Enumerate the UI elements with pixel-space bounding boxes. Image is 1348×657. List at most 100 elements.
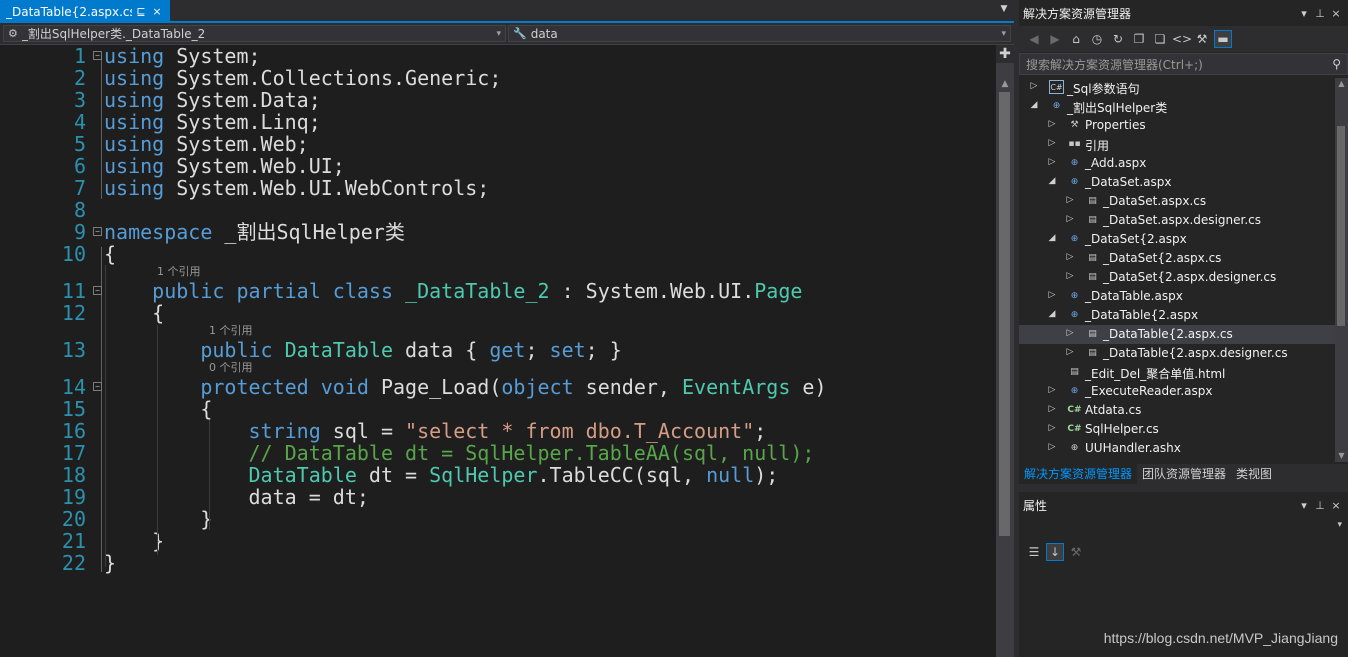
collapsed-arrow-icon[interactable]: ▷ [1047, 119, 1057, 129]
property-pages-icon[interactable]: ⚒ [1067, 543, 1085, 561]
web-file-icon: ⊕ [1070, 234, 1079, 244]
collapse-region-icon[interactable]: − [93, 51, 102, 60]
properties-object-selector[interactable]: ▾ [1019, 518, 1348, 534]
view-code-icon[interactable]: <> [1172, 30, 1192, 48]
tree-item[interactable]: ▷ ▤ _DataTable{2.aspx.cs [1019, 325, 1335, 344]
collapsed-arrow-icon[interactable]: ▷ [1047, 385, 1057, 395]
tree-item[interactable]: ▷ ▤ _DataSet{2.aspx.designer.cs [1019, 268, 1335, 287]
line-number: 7 [73, 176, 86, 200]
tree-item[interactable]: ◢ ⊕ _DataSet{2.aspx [1019, 230, 1335, 249]
scroll-up-icon[interactable]: ▲ [996, 78, 1014, 90]
expanded-arrow-icon[interactable]: ◢ [1047, 309, 1057, 319]
split-window-icon[interactable]: ✚ [996, 45, 1014, 63]
properties-toolbar: ☰ ↓ ⚒ [1019, 540, 1348, 564]
panel-tab[interactable]: 解决方案资源管理器 [1019, 464, 1138, 484]
web-file-icon: ⊕ [1070, 310, 1079, 320]
indent-guide [105, 265, 106, 567]
member-selector[interactable]: 🔧 data ▾ [508, 25, 1011, 42]
tree-item[interactable]: ▷ C# _Sql参数语句 [1019, 78, 1335, 97]
close-icon[interactable]: × [1328, 7, 1344, 20]
panel-tab[interactable]: 类视图 [1231, 464, 1277, 484]
tree-item[interactable]: ▷ ▤ _DataSet{2.aspx.cs [1019, 249, 1335, 268]
tree-item[interactable]: ◢ ⊕ _DataSet.aspx [1019, 173, 1335, 192]
class-selector[interactable]: ⚙ _割出SqlHelper类._DataTable_2 ▾ [3, 25, 506, 42]
tree-item[interactable]: ▷ ⚒ Properties [1019, 116, 1335, 135]
codelens-reference-count[interactable]: 1 个引用 [157, 266, 201, 278]
close-icon[interactable]: × [1328, 499, 1344, 512]
properties-wrench-icon[interactable]: ⚒ [1193, 30, 1211, 48]
editor-scroll-thumb[interactable] [999, 92, 1010, 536]
tree-item-label: _DataTable{2.aspx [1085, 308, 1199, 322]
back-icon[interactable]: ◀ [1025, 30, 1043, 48]
properties-title-bar: 属性 ▾ ⊥ × [1019, 492, 1348, 518]
pin-icon[interactable]: ⊑ [134, 5, 148, 18]
panel-menu-icon[interactable]: ▾ [1296, 7, 1312, 20]
pending-changes-icon[interactable]: ◷ [1088, 30, 1106, 48]
collapsed-arrow-icon[interactable]: ▷ [1065, 214, 1075, 224]
tree-item-label: _DataSet{2.aspx [1085, 232, 1187, 246]
tree-item[interactable]: ▷ ⊕ UUHandler.ashx [1019, 439, 1335, 458]
tree-item[interactable]: ▷ ▤ _DataTable{2.aspx.designer.cs [1019, 344, 1335, 363]
code-file-icon: ▤ [1088, 272, 1097, 282]
tree-item[interactable]: ◢ ⊕ _DataTable{2.aspx [1019, 306, 1335, 325]
tree-item[interactable]: ▷ ▤ _DataSet.aspx.cs [1019, 192, 1335, 211]
code-file-icon: ▤ [1088, 253, 1097, 263]
tree-item[interactable]: ▷ C# Atdata.cs [1019, 401, 1335, 420]
collapsed-arrow-icon[interactable]: ▷ [1047, 423, 1057, 433]
codelens-reference-count[interactable]: 1 个引用 [209, 325, 253, 337]
tree-item[interactable]: ▷ ▪▪ 引用 [1019, 135, 1335, 154]
expanded-arrow-icon[interactable]: ◢ [1029, 100, 1039, 110]
tree-item[interactable]: ▷ ⊕ _ExecuteReader.aspx [1019, 382, 1335, 401]
home-icon[interactable]: ⌂ [1067, 30, 1085, 48]
sync-icon[interactable]: ↻ [1109, 30, 1127, 48]
code-token: public partial class [104, 279, 393, 303]
tree-item[interactable]: ◢ ⊕ _割出SqlHelper类 [1019, 97, 1335, 116]
code-line: } [104, 530, 164, 552]
collapsed-arrow-icon[interactable]: ▷ [1047, 290, 1057, 300]
alphabetical-icon[interactable]: ↓ [1046, 543, 1064, 561]
collapsed-arrow-icon[interactable]: ▷ [1065, 328, 1075, 338]
collapse-region-icon[interactable]: − [93, 382, 102, 391]
tree-item[interactable]: ▷ C# SqlHelper.cs [1019, 420, 1335, 439]
scroll-up-icon[interactable]: ▲ [1335, 78, 1348, 90]
collapse-region-icon[interactable]: − [93, 227, 102, 236]
scroll-down-icon[interactable]: ▼ [1335, 450, 1348, 462]
expanded-arrow-icon[interactable]: ◢ [1047, 233, 1057, 243]
expanded-arrow-icon[interactable]: ◢ [1047, 176, 1057, 186]
document-tab-active[interactable]: _DataTable{2.aspx.cs ⊑ × [0, 0, 170, 23]
categorized-icon[interactable]: ☰ [1025, 543, 1043, 561]
solution-tree-scroll-thumb[interactable] [1337, 126, 1345, 326]
collapse-all-icon[interactable]: ❐ [1130, 30, 1148, 48]
collapsed-arrow-icon[interactable]: ▷ [1065, 347, 1075, 357]
solution-search-placeholder: 搜索解决方案资源管理器(Ctrl+;) [1026, 57, 1203, 72]
panel-title: 解决方案资源管理器 [1023, 6, 1132, 21]
codelens-reference-count[interactable]: 0 个引用 [209, 362, 253, 374]
line-number: 20 [61, 507, 86, 531]
collapsed-arrow-icon[interactable]: ▷ [1029, 81, 1039, 91]
tab-list-dropdown-icon[interactable]: ▼ [998, 4, 1010, 18]
pin-icon[interactable]: ⊥ [1312, 499, 1328, 512]
collapse-region-icon[interactable]: − [93, 286, 102, 295]
tree-item[interactable]: ▷ ▤ _DataSet.aspx.designer.cs [1019, 211, 1335, 230]
collapsed-arrow-icon[interactable]: ▷ [1065, 271, 1075, 281]
close-icon[interactable]: × [150, 5, 164, 18]
tree-item[interactable]: ▤ _Edit_Del_聚合单值.html [1019, 363, 1335, 382]
collapsed-arrow-icon[interactable]: ▷ [1065, 195, 1075, 205]
preview-selected-icon[interactable]: ▬ [1214, 30, 1232, 48]
search-icon[interactable]: ⚲ [1332, 57, 1341, 71]
collapsed-arrow-icon[interactable]: ▷ [1065, 252, 1075, 262]
panel-menu-icon[interactable]: ▾ [1296, 499, 1312, 512]
forward-icon[interactable]: ▶ [1046, 30, 1064, 48]
collapsed-arrow-icon[interactable]: ▷ [1047, 442, 1057, 452]
solution-search-input[interactable]: 搜索解决方案资源管理器(Ctrl+;) ⚲ [1019, 53, 1348, 75]
tree-item[interactable]: ▷ ⊕ _Add.aspx [1019, 154, 1335, 173]
code-token: protected void [104, 375, 369, 399]
pin-icon[interactable]: ⊥ [1312, 7, 1328, 20]
tree-item[interactable]: ▷ ⊕ _DataTable.aspx [1019, 287, 1335, 306]
collapsed-arrow-icon[interactable]: ▷ [1047, 138, 1057, 148]
collapsed-arrow-icon[interactable]: ▷ [1047, 404, 1057, 414]
show-all-files-icon[interactable]: ❏ [1151, 30, 1169, 48]
panel-tab[interactable]: 团队资源管理器 [1137, 464, 1231, 484]
solution-tree: ▷ C# _Sql参数语句 ◢ ⊕ _割出SqlHelper类 ▷ ⚒ Properties ▷ ▪… [1019, 78, 1335, 462]
collapsed-arrow-icon[interactable]: ▷ [1047, 157, 1057, 167]
